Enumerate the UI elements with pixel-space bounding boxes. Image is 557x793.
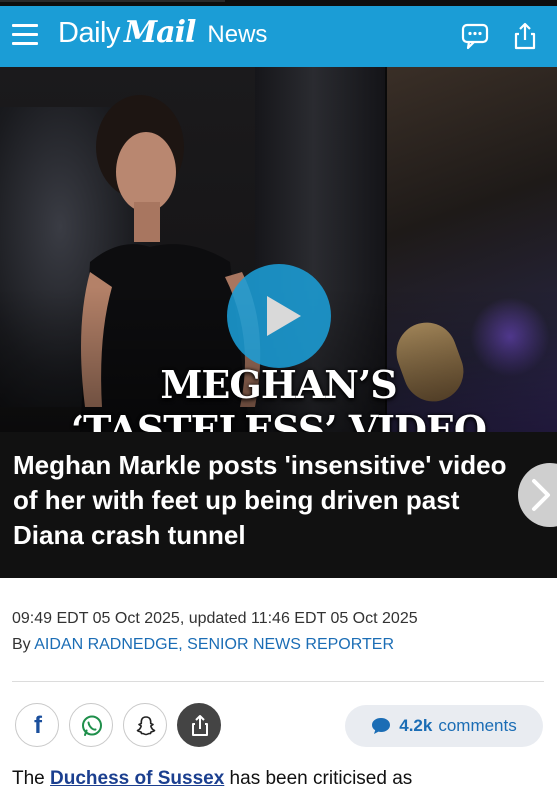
- comments-label: comments: [438, 716, 517, 735]
- duchess-of-sussex-link[interactable]: Duchess of Sussex: [50, 768, 224, 789]
- comment-bubble-icon: [372, 718, 391, 734]
- play-button[interactable]: [227, 264, 331, 368]
- snapchat-share-button[interactable]: [123, 703, 167, 747]
- brand-daily: Daily: [58, 17, 120, 49]
- section-label[interactable]: News: [207, 21, 267, 49]
- share-icon: [192, 715, 208, 736]
- video-overlay-title-line1: MEGHAN’S: [160, 362, 397, 407]
- hero-video[interactable]: MEGHAN’S ‘TASTELESS’ VIDEO: [0, 67, 557, 432]
- author-link[interactable]: AIDAN RADNEDGE, SENIOR NEWS REPORTER: [34, 636, 394, 653]
- play-icon: [267, 296, 301, 336]
- brand-mail: Mail: [123, 15, 196, 50]
- divider: [12, 681, 544, 682]
- share-button[interactable]: [177, 703, 221, 747]
- share-icon[interactable]: [510, 21, 540, 51]
- hamburger-menu-icon[interactable]: [12, 24, 38, 50]
- article-page: Daily Mail News MEGHAN’S ‘TASTELESS’ VID…: [0, 0, 557, 793]
- site-header: Daily Mail News: [0, 6, 557, 67]
- body-text-start: The: [12, 768, 51, 789]
- chat-bubble-icon[interactable]: [460, 21, 490, 51]
- article-byline: By AIDAN RADNEDGE, SENIOR NEWS REPORTER: [12, 636, 394, 654]
- body-text-end: has been criticised as: [224, 768, 413, 789]
- facebook-icon: f: [34, 712, 42, 739]
- article-dateline: 09:49 EDT 05 Oct 2025, updated 11:46 EDT…: [12, 610, 418, 627]
- article-headline[interactable]: Meghan Markle posts 'insensitive' video …: [13, 448, 513, 553]
- whatsapp-icon: [82, 715, 102, 736]
- comments-count: 4.2k: [399, 716, 433, 735]
- snapchat-icon: [136, 716, 156, 736]
- video-overlay-title-line2: ‘TASTELESS’ VIDEO: [70, 407, 487, 432]
- facebook-share-button[interactable]: f: [15, 703, 59, 747]
- comments-button[interactable]: 4.2k comments: [345, 705, 543, 747]
- article-body-first-line: The Duchess of Sussex has been criticise…: [12, 768, 412, 790]
- site-logo[interactable]: Daily Mail News: [58, 15, 267, 59]
- whatsapp-share-button[interactable]: [69, 703, 113, 747]
- headline-panel[interactable]: Meghan Markle posts 'insensitive' video …: [0, 432, 557, 578]
- byline-prefix: By: [12, 636, 31, 653]
- chevron-right-icon: [532, 479, 550, 511]
